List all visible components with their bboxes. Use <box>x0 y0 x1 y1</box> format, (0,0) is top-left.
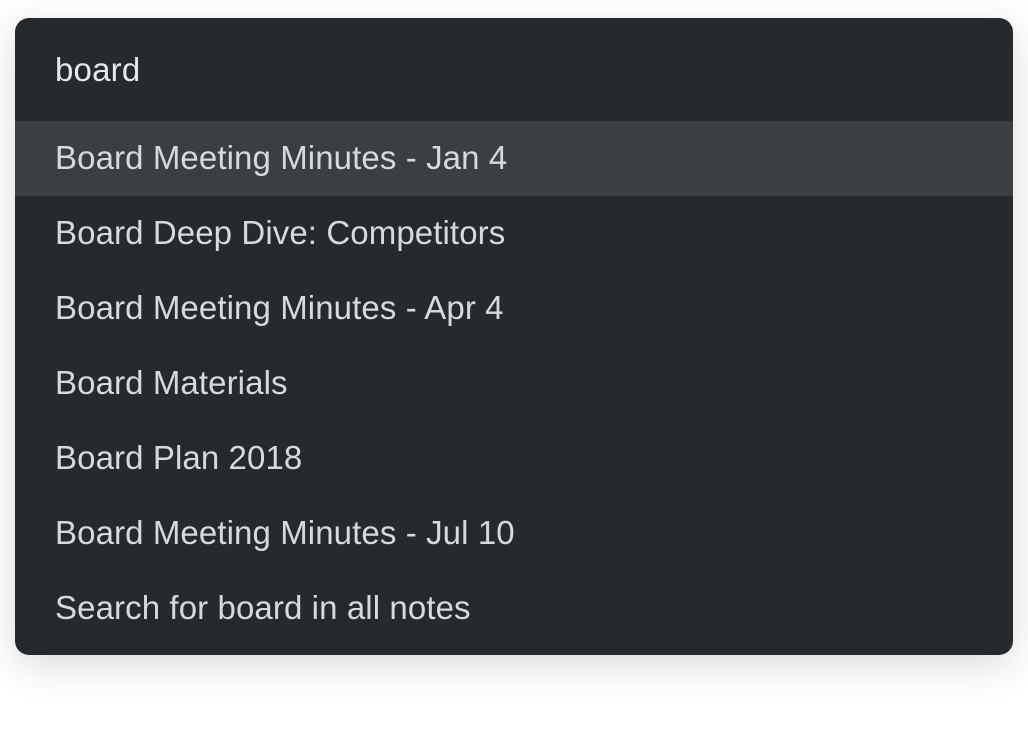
quick-switcher-palette: Board Meeting Minutes - Jan 4 Board Deep… <box>15 18 1013 655</box>
result-item[interactable]: Board Plan 2018 <box>15 421 1013 496</box>
result-item[interactable]: Board Materials <box>15 346 1013 421</box>
result-item-label: Board Materials <box>55 364 288 401</box>
result-item-label: Board Deep Dive: Competitors <box>55 214 505 251</box>
result-item-label: Board Plan 2018 <box>55 439 302 476</box>
result-item-label: Board Meeting Minutes - Jul 10 <box>55 514 515 551</box>
result-item-search-all[interactable]: Search for board in all notes <box>15 571 1013 655</box>
result-item[interactable]: Board Meeting Minutes - Jul 10 <box>15 496 1013 571</box>
result-item-label: Board Meeting Minutes - Apr 4 <box>55 289 504 326</box>
results-list: Board Meeting Minutes - Jan 4 Board Deep… <box>15 121 1013 655</box>
result-item-label: Search for board in all notes <box>55 589 471 626</box>
search-input[interactable] <box>55 51 973 89</box>
result-item[interactable]: Board Deep Dive: Competitors <box>15 196 1013 271</box>
result-item-label: Board Meeting Minutes - Jan 4 <box>55 139 507 176</box>
result-item[interactable]: Board Meeting Minutes - Apr 4 <box>15 271 1013 346</box>
search-row <box>15 18 1013 121</box>
result-item[interactable]: Board Meeting Minutes - Jan 4 <box>15 121 1013 196</box>
